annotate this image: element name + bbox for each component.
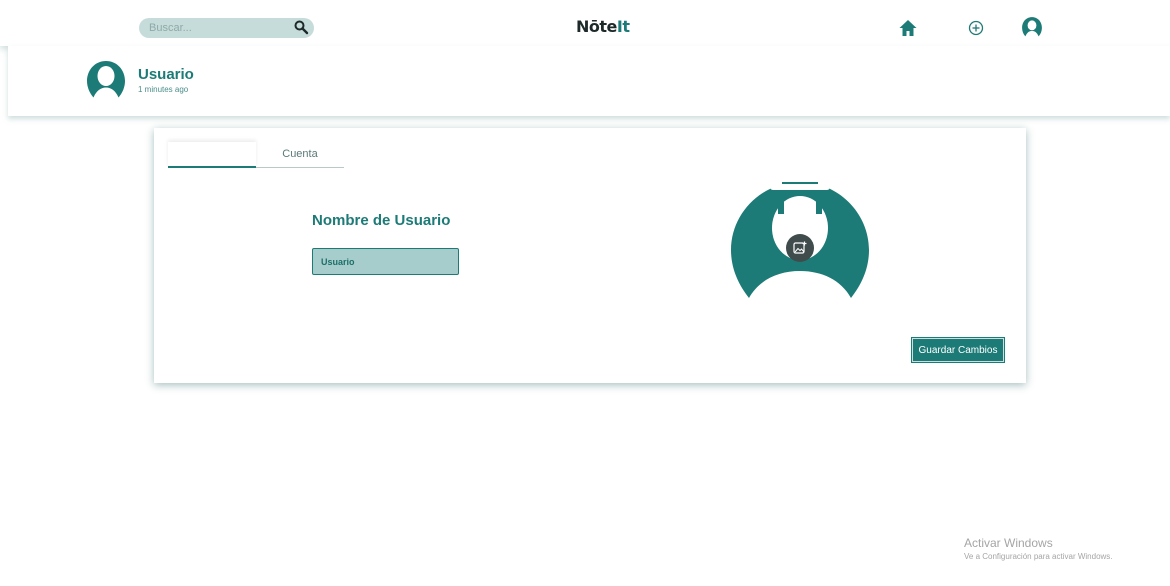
add-photo-icon — [793, 241, 807, 254]
top-navbar: NōteIt — [0, 0, 1170, 46]
app-logo[interactable]: NōteIt — [576, 17, 630, 36]
home-icon[interactable] — [898, 18, 918, 38]
logo-main: Nōte — [576, 17, 617, 36]
add-circle-icon[interactable] — [966, 18, 986, 38]
profile-name: Usuario — [138, 66, 194, 83]
tab-bar: Cuenta — [168, 142, 344, 170]
watermark-subtitle: Ve a Configuración para activar Windows. — [964, 552, 1113, 561]
tab-profile[interactable] — [168, 142, 256, 168]
search-input[interactable] — [149, 20, 289, 36]
search-icon[interactable] — [293, 19, 309, 35]
logo-accent: It — [616, 17, 630, 36]
profile-header: Usuario 1 minutes ago — [8, 46, 1170, 116]
settings-card: Cuenta Nombre de Usuario Guardar Cambios — [154, 128, 1026, 383]
username-label: Nombre de Usuario — [312, 212, 451, 229]
profile-timestamp: 1 minutes ago — [138, 85, 189, 94]
save-changes-button[interactable]: Guardar Cambios — [911, 337, 1005, 363]
user-avatar-icon — [87, 61, 125, 98]
search-bar — [139, 18, 314, 38]
tab-cuenta[interactable]: Cuenta — [256, 142, 344, 168]
windows-activation-watermark: Activar Windows Ve a Configuración para … — [964, 536, 1113, 561]
watermark-title: Activar Windows — [964, 536, 1053, 550]
change-photo-button[interactable] — [786, 234, 814, 262]
username-input[interactable] — [312, 248, 459, 275]
user-icon[interactable] — [1021, 16, 1043, 38]
